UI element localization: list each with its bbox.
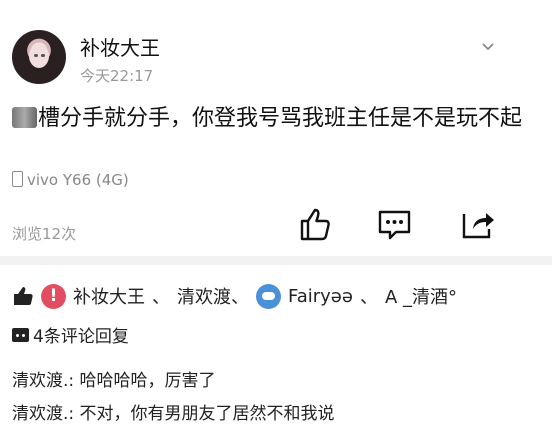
like-user[interactable]: Fairyəə [288,286,353,307]
separator-text: 、 [152,287,170,308]
share-icon[interactable] [459,205,496,242]
user-badge-icon: ! [41,283,66,309]
view-count: 浏览12次 [12,225,77,243]
comment-user[interactable]: 清欢渡.: [12,404,74,424]
avatar-eye-left [34,54,38,57]
like-user[interactable]: 补妆大王 [73,283,145,309]
content-text: 槽分手就分手，你登我号骂我班主任是不是玩不起 [38,106,523,131]
cloud-avatar-icon [256,283,281,309]
comment-icon[interactable] [376,205,413,242]
like-list: ! 补妆大王、 清欢渡、 Fairyəə、 A _清酒° [12,282,457,310]
comment-bubble-icon [12,327,29,342]
phone-icon [12,171,23,187]
comment-text: 不对，你有男朋友了居然不和我说 [74,404,335,424]
comment-text: 哈哈哈哈，厉害了 [74,371,216,391]
blurred-text [12,107,37,128]
avatar-face [29,44,49,68]
section-divider [0,256,552,265]
comment-user[interactable]: 清欢渡.: [12,371,74,391]
like-user[interactable]: A _清酒° [385,283,457,309]
avatar[interactable] [12,30,66,84]
device-label: vivo Y66 (4G) [27,171,129,189]
post-time: 今天22:17 [80,67,154,85]
comment-item[interactable]: 清欢渡.: 哈哈哈哈，厉害了 [12,366,216,391]
thumbs-up-icon[interactable] [295,205,332,242]
separator-text: 、 [359,287,378,308]
thumbs-up-icon [14,287,33,305]
comment-count-label: 4条评论回复 [33,327,129,347]
device-info: vivo Y66 (4G) [12,171,129,189]
post-card: 补妆大王 今天22:17 槽分手就分手，你登我号骂我班主任是不是玩不起 vivo… [0,0,552,254]
author-name[interactable]: 补妆大王 [80,32,160,61]
post-content: 槽分手就分手，你登我号骂我班主任是不是玩不起 [12,104,522,134]
comment-count[interactable]: 4条评论回复 [12,322,129,347]
like-user[interactable]: 清欢渡、 [177,283,249,309]
avatar-eye-right [41,54,45,57]
chevron-down-icon[interactable] [481,40,495,54]
comment-item[interactable]: 清欢渡.: 不对，你有男朋友了居然不和我说 [12,399,335,424]
